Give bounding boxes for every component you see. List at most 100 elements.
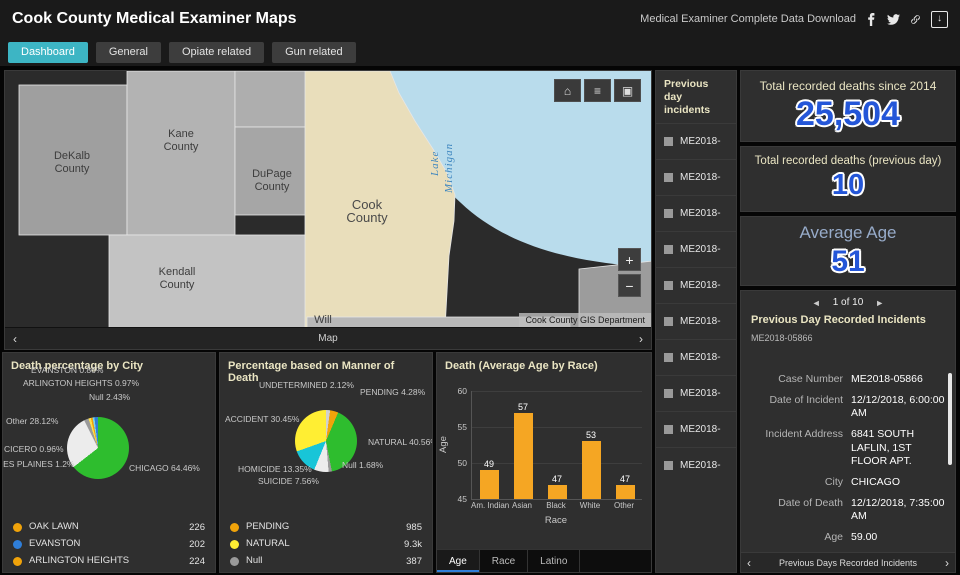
incident-list-item[interactable]: ME2018-: [656, 339, 736, 375]
incident-list-item[interactable]: ME2018-: [656, 411, 736, 447]
footer-next-icon[interactable]: ›: [945, 557, 949, 569]
tab-age[interactable]: Age: [437, 550, 480, 572]
header: Cook County Medical Examiner Maps Medica…: [0, 0, 960, 38]
facebook-icon[interactable]: [865, 12, 878, 26]
incident-id: ME2018-: [680, 424, 721, 436]
layers-icon[interactable]: ▣: [614, 79, 641, 102]
y-tick: 60: [457, 386, 467, 396]
incident-list-item[interactable]: ME2018-: [656, 123, 736, 159]
y-tick: 50: [457, 458, 467, 468]
pie-callout: CICERO 0.96%: [4, 444, 64, 454]
page-next-icon[interactable]: ►: [875, 298, 884, 308]
field-value: ME2018-05866: [851, 373, 923, 385]
incident-list-item[interactable]: ME2018-: [656, 447, 736, 483]
stat-label: Total recorded deaths (previous day): [754, 155, 942, 167]
incident-list-item[interactable]: ME2018-: [656, 267, 736, 303]
tab-gun-related[interactable]: Gun related: [272, 41, 356, 63]
incident-id: ME2018-: [680, 244, 721, 256]
bar-black[interactable]: 47: [542, 391, 572, 499]
legend-swatch: [230, 557, 239, 566]
twitter-icon[interactable]: [887, 13, 900, 26]
bar-asian[interactable]: 57: [508, 391, 538, 499]
x-axis-label: Race: [544, 515, 568, 526]
legend-item[interactable]: EVANSTON 202: [3, 536, 215, 553]
x-tick: Black: [546, 501, 566, 510]
tab-race[interactable]: Race: [480, 550, 529, 572]
stat-total-deaths: Total recorded deaths since 2014 25,504: [740, 70, 956, 142]
pie-callout: PENDING 4.28%: [360, 387, 426, 397]
map-label-lake-line1: Lake: [429, 151, 441, 177]
map-canvas[interactable]: DeKalb County Kane County DuPage County Coo…: [5, 71, 651, 327]
field-row: City CHICAGO: [751, 472, 947, 493]
x-tick: Asian: [511, 501, 532, 510]
incident-marker-icon: [664, 461, 673, 471]
incident-list-item[interactable]: ME2018-: [656, 303, 736, 339]
incident-marker-icon: [664, 245, 673, 255]
pie-callout: ACCIDENT 30.45%: [225, 414, 300, 424]
legend-value: 224: [189, 556, 205, 567]
legend-icon[interactable]: ≡: [584, 79, 611, 102]
tab-opiate-related[interactable]: Opiate related: [168, 41, 265, 63]
legend-swatch: [230, 540, 239, 549]
tab-general[interactable]: General: [95, 41, 161, 63]
chart-tab-bar: Age Race Latino: [437, 549, 651, 572]
incident-marker-icon: [664, 209, 673, 219]
map-label-kane: Kane County: [164, 128, 199, 153]
legend-item[interactable]: ARLINGTON HEIGHTS 224: [3, 553, 215, 570]
field-row: Gender Male: [751, 548, 947, 550]
incident-list-item[interactable]: ME2018-: [656, 195, 736, 231]
tab-dashboard[interactable]: Dashboard: [8, 41, 88, 63]
map-label-dekalb: DeKalb County: [54, 150, 90, 175]
chart-manner-of-death: Percentage based on Manner of Death UNDE…: [219, 352, 433, 573]
field-row: Case Number ME2018-05866: [751, 369, 947, 390]
legend-item[interactable]: PENDING 985: [220, 519, 432, 536]
incident-list-item[interactable]: ME2018-: [656, 231, 736, 267]
bar-value: 53: [585, 430, 596, 441]
page-prev-icon[interactable]: ◄: [812, 298, 821, 308]
download-icon[interactable]: ↓: [931, 10, 948, 28]
bar-white[interactable]: 53: [576, 391, 606, 499]
pie-chart-city[interactable]: [67, 417, 129, 479]
map-next-icon[interactable]: ›: [639, 333, 643, 345]
footer-prev-icon[interactable]: ‹: [747, 557, 751, 569]
bar-am-indian[interactable]: 49: [474, 391, 504, 499]
previous-day-incidents-panel: Previous day incidents ME2018- ME2018- M…: [655, 70, 737, 573]
details-footer-label: Previous Days Recorded Incidents: [778, 557, 918, 568]
legend-item[interactable]: NATURAL 9.3k: [220, 536, 432, 553]
zoom-out-button[interactable]: −: [618, 274, 641, 297]
bar-other[interactable]: 47: [610, 391, 640, 499]
legend-value: 202: [189, 539, 205, 550]
field-label: Age: [824, 531, 843, 544]
incident-details-panel: ◄ 1 of 10 ► Previous Day Recorded Incide…: [740, 290, 956, 573]
pie-callout: ARLINGTON HEIGHTS 0.97%: [23, 378, 140, 388]
zoom-in-button[interactable]: +: [618, 248, 641, 271]
map-label-dupage: DuPage County: [252, 168, 292, 193]
map-prev-icon[interactable]: ‹: [13, 333, 17, 345]
map-label-kendall: Kendall County: [159, 266, 196, 291]
legend-swatch: [230, 523, 239, 532]
bar-value: 47: [619, 473, 630, 484]
incident-list-item[interactable]: ME2018-: [656, 159, 736, 195]
y-tick: 55: [457, 422, 467, 432]
legend-item[interactable]: OAK LAWN 226: [3, 519, 215, 536]
legend-item[interactable]: Null 387: [220, 553, 432, 570]
link-icon[interactable]: [909, 13, 922, 26]
legend-label: EVANSTON: [29, 538, 81, 550]
legend-label: NATURAL: [246, 538, 290, 550]
header-actions: Medical Examiner Complete Data Download …: [640, 10, 948, 28]
incident-list-item[interactable]: ME2018-: [656, 375, 736, 411]
pie-callout: Other 28.12%: [6, 416, 59, 426]
data-download-link[interactable]: Medical Examiner Complete Data Download: [640, 13, 856, 25]
incident-marker-icon: [664, 317, 673, 327]
bar-series: 49 57 47 53 47: [472, 391, 642, 499]
tab-latino[interactable]: Latino: [528, 550, 581, 572]
incident-id: ME2018-: [680, 388, 721, 400]
home-icon[interactable]: ⌂: [554, 79, 581, 102]
pie-callout: NATURAL 40.56%: [368, 437, 433, 447]
legend-label: Null: [246, 555, 263, 567]
scrollbar-thumb[interactable]: [948, 373, 952, 465]
field-value: CHICAGO: [851, 475, 901, 488]
stat-value: 51: [831, 245, 865, 278]
pie-callout: UNDETERMINED 2.12%: [259, 380, 354, 390]
incident-marker-icon: [664, 137, 673, 147]
